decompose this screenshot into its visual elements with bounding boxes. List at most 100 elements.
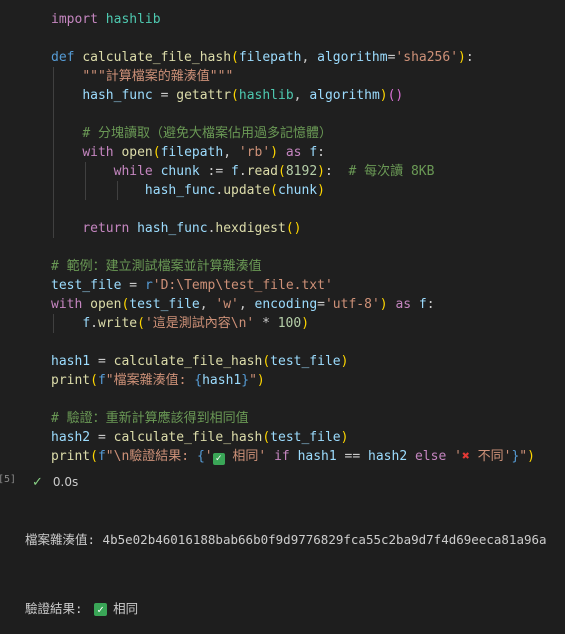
code-token: hash2: [368, 449, 408, 464]
code-token: update: [223, 183, 271, 198]
code-token: f: [97, 449, 106, 464]
code-token: =: [121, 278, 145, 293]
code-token: "\n驗證結果:: [105, 449, 197, 464]
code-token: ": [519, 449, 528, 464]
code-token: test_file: [270, 430, 341, 445]
code-line[interactable]: hash_func.update(chunk): [51, 181, 535, 200]
code-token: :: [426, 297, 435, 312]
code-line[interactable]: print(f"\n驗證結果: {' ✓ 相同' if hash1 == hash…: [51, 447, 535, 466]
code-line[interactable]: hash1 = calculate_file_hash(test_file): [51, 352, 535, 371]
code-line[interactable]: import hashlib: [51, 10, 535, 29]
code-token: # 驗證：重新計算應該得到相同值: [51, 411, 249, 426]
code-token: 相同': [224, 449, 267, 464]
code-token: (: [137, 316, 145, 331]
code-cell[interactable]: import hashlib def calculate_file_hash(f…: [0, 0, 565, 470]
code-line[interactable]: [51, 29, 535, 48]
code-token: (: [90, 449, 98, 464]
code-line[interactable]: [51, 333, 535, 352]
code-token: """計算檔案的雜湊值""": [82, 69, 234, 84]
code-token: as: [395, 297, 412, 312]
code-token: :: [324, 164, 349, 179]
code-line[interactable]: [51, 390, 535, 409]
code-token: :=: [199, 164, 232, 179]
code-line[interactable]: f.write('這是測試內容\n' * 100): [51, 314, 535, 333]
code-line[interactable]: test_file = r'D:\Temp\test_file.txt': [51, 276, 535, 295]
execution-counter: [5]: [0, 474, 17, 485]
code-token: :: [465, 50, 474, 65]
code-token: :: [317, 145, 325, 160]
verify-label: 驗證結果:: [25, 601, 91, 616]
code-token: test_file: [51, 278, 122, 293]
code-token: # 分塊讀取（避免大檔案佔用過多記憶體）: [82, 126, 332, 141]
code-token: getattr: [176, 88, 232, 103]
code-token: 'utf-8': [324, 297, 380, 312]
code-token: with: [82, 145, 114, 160]
code-token: ": [249, 373, 257, 388]
code-token: calculate_file_hash: [113, 354, 263, 369]
code-token: ): [379, 88, 388, 103]
output-hash-line: 檔案雜湊值: 4b5e02b46016188bab66b0f9d9776829f…: [25, 532, 547, 547]
code-token: (): [387, 88, 404, 103]
code-line[interactable]: # 分塊讀取（避免大檔案佔用過多記憶體）: [51, 124, 535, 143]
code-token: 8192: [285, 164, 318, 179]
code-line[interactable]: while chunk := f.read(8192): # 每次讀 8KB: [51, 162, 535, 181]
code-token: # 範例：建立測試檔案並計算雜湊值: [51, 259, 262, 274]
code-token: with: [51, 297, 83, 312]
code-line[interactable]: def calculate_file_hash(filepath, algori…: [51, 48, 535, 67]
code-token: hash2: [51, 430, 91, 445]
code-token: calculate_file_hash: [113, 430, 263, 445]
code-token: ': [454, 449, 462, 464]
code-token: =: [317, 297, 325, 312]
code-token: {: [194, 373, 203, 388]
code-token: =: [90, 430, 114, 445]
code-token: ,: [293, 88, 310, 103]
cell-status: ✓ 0.0s: [32, 472, 78, 492]
code-token: ): [270, 145, 279, 160]
code-editor[interactable]: import hashlib def calculate_file_hash(f…: [51, 10, 535, 466]
code-line[interactable]: return hash_func.hexdigest(): [51, 219, 535, 238]
code-token: (: [90, 373, 98, 388]
code-token: (: [262, 354, 271, 369]
code-token: print: [51, 373, 91, 388]
code-token: f: [82, 316, 91, 331]
code-line[interactable]: hash2 = calculate_file_hash(test_file): [51, 428, 535, 447]
code-token: import: [51, 12, 98, 27]
cell-output: 檔案雜湊值: 4b5e02b46016188bab66b0f9d9776829f…: [25, 500, 565, 634]
check-icon: ✓: [32, 474, 43, 490]
code-line[interactable]: [51, 105, 535, 124]
code-token: .: [90, 316, 98, 331]
code-line[interactable]: # 驗證：重新計算應該得到相同值: [51, 409, 535, 428]
code-token: open: [121, 145, 153, 160]
code-token: while: [113, 164, 153, 179]
code-token: hash_func: [144, 183, 216, 198]
code-line[interactable]: print(f"檔案雜湊值: {hash1}"): [51, 371, 535, 390]
code-line[interactable]: [51, 200, 535, 219]
code-token: ): [458, 50, 466, 65]
code-line[interactable]: # 範例：建立測試檔案並計算雜湊值: [51, 257, 535, 276]
code-token: =: [90, 354, 114, 369]
code-token: 'sha256': [395, 50, 459, 65]
code-token: f: [418, 297, 427, 312]
code-line[interactable]: with open(test_file, 'w', encoding='utf-…: [51, 295, 535, 314]
code-line[interactable]: [51, 238, 535, 257]
code-token: filepath: [160, 145, 224, 160]
code-token: open: [90, 297, 122, 312]
code-line[interactable]: """計算檔案的雜湊值""": [51, 67, 535, 86]
code-token: ): [256, 373, 265, 388]
code-token: encoding: [254, 297, 318, 312]
code-token: f: [97, 373, 106, 388]
code-token: ): [527, 449, 535, 464]
code-line[interactable]: with open(filepath, 'rb') as f:: [51, 143, 535, 162]
code-line[interactable]: hash_func = getattr(hashlib, algorithm)(…: [51, 86, 535, 105]
code-token: return: [82, 221, 130, 236]
code-token: else: [414, 449, 447, 464]
code-token: calculate_file_hash: [82, 50, 232, 65]
